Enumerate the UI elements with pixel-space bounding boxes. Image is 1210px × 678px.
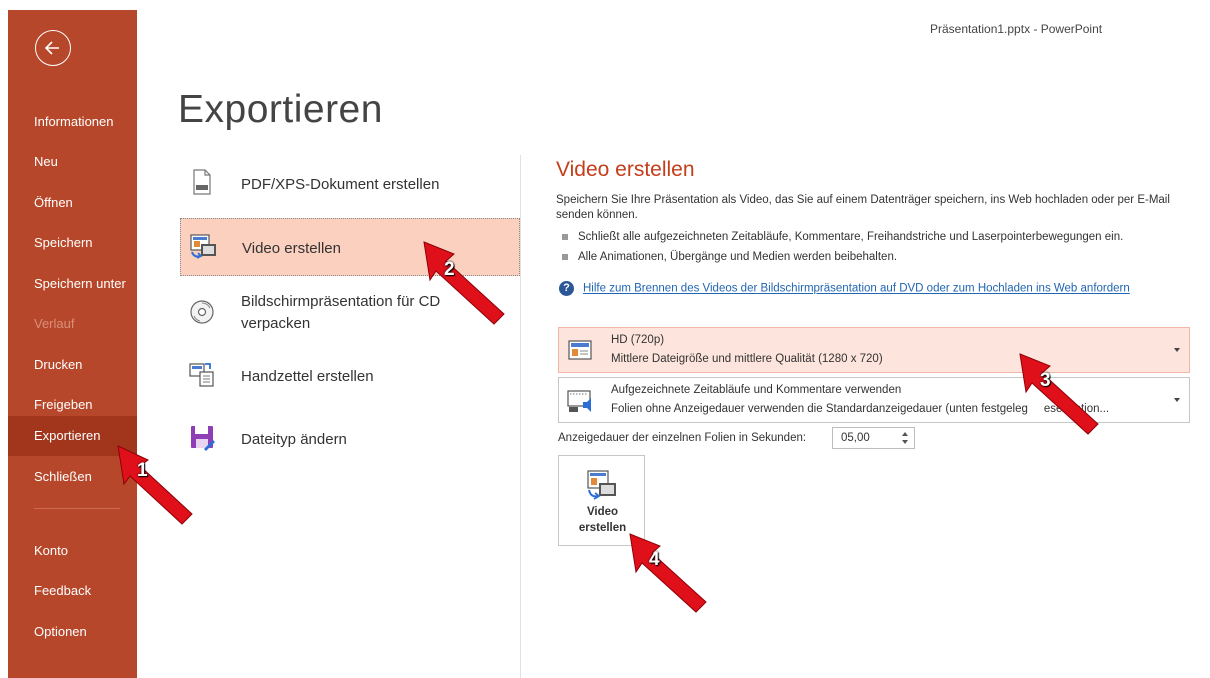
pdf-document-icon [193, 169, 211, 195]
sidebar-item-konto[interactable]: Konto [8, 531, 137, 571]
pane-title: Video erstellen [556, 158, 695, 181]
sidebar-item-drucken[interactable]: Drucken [8, 345, 137, 385]
spinner-up-icon[interactable] [902, 432, 908, 436]
bullet-item: Schließt alle aufgezeichneten Zeitabläuf… [562, 231, 1123, 243]
powerpoint-backstage: Informationen Neu Öffnen Speichern Speic… [0, 0, 1210, 678]
video-icon [587, 470, 616, 500]
annotation-number-2: 2 [444, 259, 455, 280]
create-video-label-line1: Video [586, 506, 619, 518]
option-pdf-xps[interactable]: PDF/XPS-Dokument erstellen [180, 155, 520, 213]
option-label: PDF/XPS-Dokument erstellen [241, 176, 440, 193]
bullet-marker [562, 233, 568, 240]
bullet-item: Alle Animationen, Übergänge und Medien w… [562, 251, 897, 263]
sidebar-item-verlauf: Verlauf [34, 316, 75, 331]
annotation-arrow-1 [117, 445, 193, 525]
annotation-number-3: 3 [1040, 370, 1051, 391]
hd-presentation-icon [568, 340, 592, 360]
spinner-down-icon[interactable] [902, 440, 908, 444]
option-label: Handzettel erstellen [241, 368, 374, 385]
window-title: Präsentation1.pptx - PowerPoint [930, 22, 1103, 36]
timings-subtitle-text: Folien ohne Anzeigedauer verwenden die S… [611, 403, 1028, 415]
option-handout[interactable]: Handzettel erstellen [180, 347, 520, 405]
annotation-number-1: 1 [137, 460, 148, 481]
sidebar-item-speichern-unter[interactable]: Speichern unter [8, 264, 137, 304]
bullet-text: Alle Animationen, Übergänge und Medien w… [578, 251, 898, 263]
help-row: ? Hilfe zum Brennen des Videos der Bildsc… [559, 281, 1130, 296]
annotation-arrow-4 [629, 533, 707, 613]
annotation-arrow-3 [1019, 353, 1099, 435]
quality-subtitle: Mittlere Dateigröße und mittlere Qualitä… [611, 353, 883, 365]
chevron-down-icon [1174, 398, 1180, 402]
help-link[interactable]: Hilfe zum Brennen des Videos der Bildsch… [583, 283, 1130, 295]
sidebar-divider [34, 508, 120, 509]
annotation-arrow-2 [423, 241, 505, 325]
video-icon [190, 234, 216, 259]
option-label: Dateityp ändern [241, 431, 347, 448]
chevron-down-icon [1174, 348, 1180, 352]
duration-label: Anzeigedauer der einzelnen Folien in Sek… [558, 432, 807, 444]
sidebar-item-oeffnen[interactable]: Öffnen [8, 183, 137, 223]
back-arrow-icon [44, 41, 59, 55]
backstage-sidebar: Informationen Neu Öffnen Speichern Speic… [8, 10, 137, 678]
pane-divider [520, 155, 521, 678]
pane-description: Speichern Sie Ihre Präsentation als Vide… [556, 194, 1170, 221]
bullet-text: Schließt alle aufgezeichneten Zeitabläuf… [578, 231, 1124, 243]
duration-spinner[interactable] [896, 427, 915, 449]
back-button[interactable] [35, 30, 71, 66]
sidebar-item-speichern[interactable]: Speichern [8, 223, 137, 263]
quality-title: HD (720p) [611, 334, 665, 346]
help-icon: ? [559, 281, 574, 296]
timings-narration-icon [567, 390, 591, 412]
handout-icon [189, 363, 214, 387]
sidebar-item-optionen[interactable]: Optionen [8, 612, 137, 652]
sidebar-item-feedback[interactable]: Feedback [8, 571, 137, 611]
option-change-filetype[interactable]: Dateityp ändern [180, 410, 520, 468]
option-label-line1: Bildschirmpräsentation für CD [241, 293, 441, 310]
bullet-marker [562, 253, 568, 260]
annotation-number-4: 4 [649, 549, 660, 570]
sidebar-item-informationen[interactable]: Informationen [8, 102, 137, 142]
option-label-line2: verpacken [241, 315, 311, 332]
option-label: Video erstellen [242, 240, 341, 257]
timings-title: Aufgezeichnete Zeitabläufe und Kommentar… [611, 384, 902, 396]
sidebar-item-neu[interactable]: Neu [8, 142, 137, 182]
cd-icon [190, 300, 214, 324]
page-title: Exportieren [178, 88, 383, 131]
